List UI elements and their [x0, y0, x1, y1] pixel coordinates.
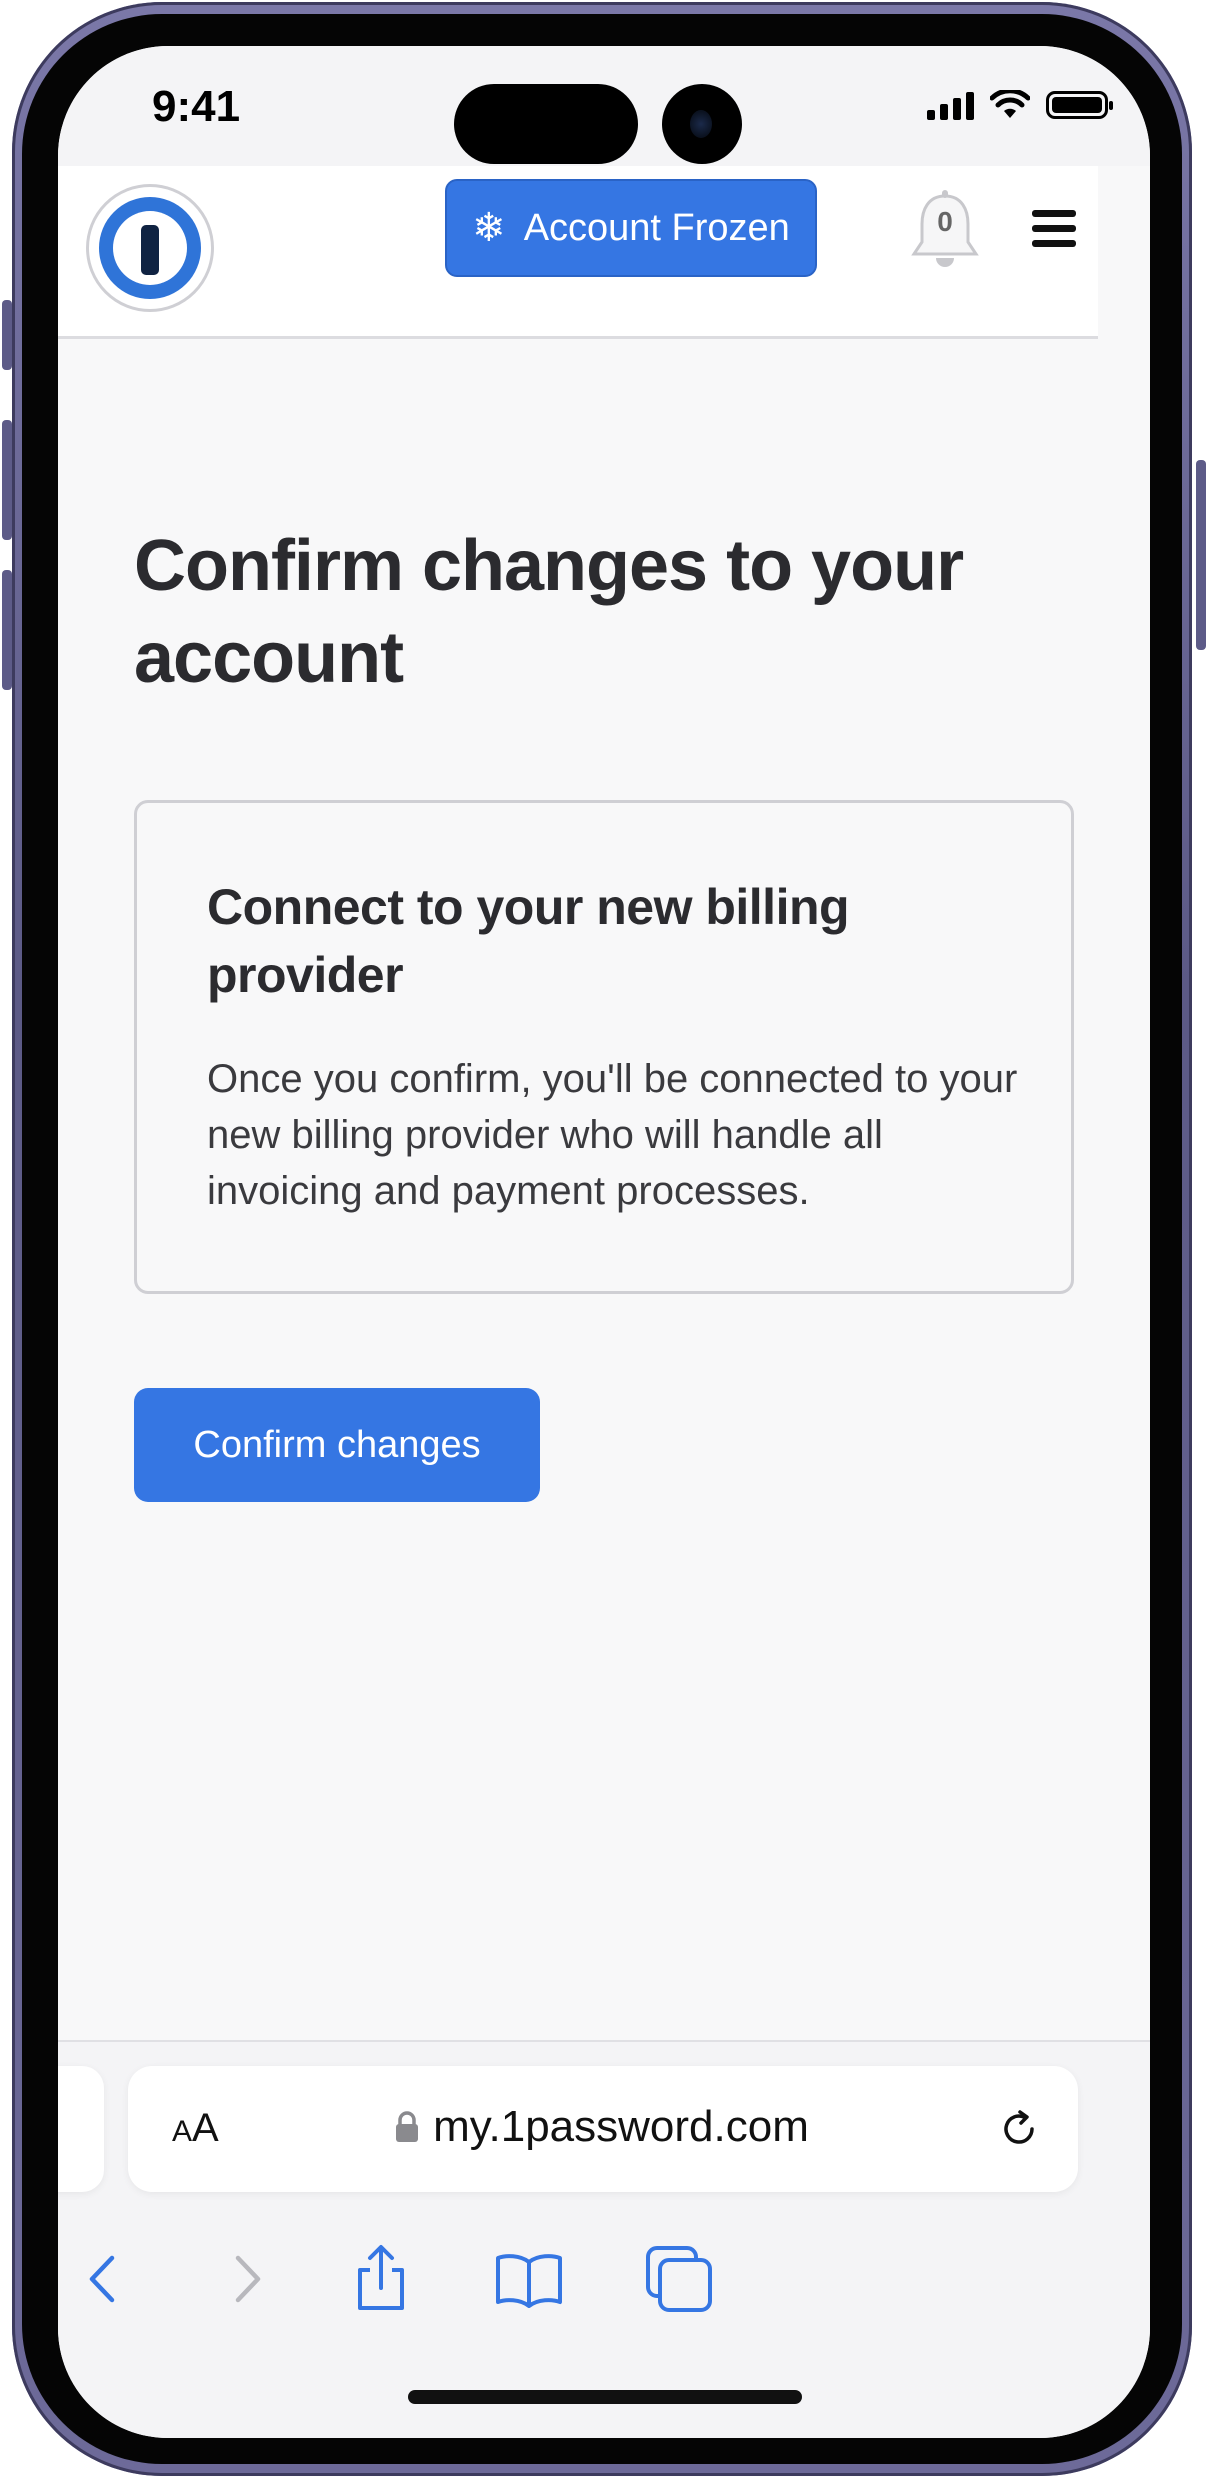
- dynamic-island: [454, 84, 638, 164]
- power-button: [1196, 460, 1206, 650]
- reload-icon[interactable]: [996, 2106, 1042, 2152]
- previous-tab-preview[interactable]: [58, 2066, 104, 2192]
- page-title: Confirm changes to your account: [134, 526, 964, 698]
- status-time: 9:41: [152, 82, 241, 131]
- url-display[interactable]: my.1password.com: [302, 2102, 902, 2152]
- safari-toolbar: AA my.1password.com: [58, 2040, 1150, 2438]
- account-frozen-button[interactable]: ❄ Account Frozen: [445, 179, 817, 277]
- volume-down-button: [2, 570, 12, 690]
- notifications-button[interactable]: 0: [908, 190, 982, 276]
- snowflake-icon: ❄: [472, 206, 506, 250]
- bookmarks-icon[interactable]: [494, 2244, 564, 2314]
- hamburger-menu-icon[interactable]: [1032, 210, 1076, 250]
- confirm-changes-button[interactable]: Confirm changes: [134, 1388, 540, 1502]
- action-button: [2, 300, 12, 370]
- card-body: Once you confirm, you'll be connected to…: [207, 1057, 1018, 1213]
- tabs-icon[interactable]: [644, 2244, 714, 2314]
- text-size-button[interactable]: AA: [172, 2106, 219, 2151]
- app-header: ❄ Account Frozen 0: [58, 166, 1098, 339]
- home-indicator[interactable]: [408, 2390, 802, 2404]
- screen: 9:41 ❄ Account Frozen 0 Confirm changes …: [58, 46, 1150, 2438]
- url-text: my.1password.com: [433, 2102, 809, 2151]
- forward-icon[interactable]: [210, 2244, 280, 2314]
- address-bar[interactable]: AA my.1password.com: [128, 2066, 1078, 2192]
- back-icon[interactable]: [70, 2244, 140, 2314]
- battery-icon: [1046, 91, 1113, 119]
- status-icons: [927, 90, 1113, 120]
- front-camera: [662, 84, 742, 164]
- wifi-icon: [990, 90, 1030, 118]
- cellular-signal-icon: [927, 90, 974, 120]
- lock-icon: [396, 2111, 419, 2142]
- account-frozen-label: Account Frozen: [523, 206, 790, 249]
- billing-provider-card: Connect to your new billing provider Onc…: [134, 800, 1074, 1294]
- share-icon[interactable]: [346, 2244, 416, 2314]
- status-bar: 9:41: [58, 46, 1150, 166]
- card-title: Connect to your new billing provider: [207, 879, 850, 1003]
- browser-nav-toolbar: [58, 2232, 1150, 2342]
- onepassword-logo[interactable]: [86, 184, 214, 312]
- notification-count: 0: [937, 206, 953, 237]
- volume-up-button: [2, 420, 12, 540]
